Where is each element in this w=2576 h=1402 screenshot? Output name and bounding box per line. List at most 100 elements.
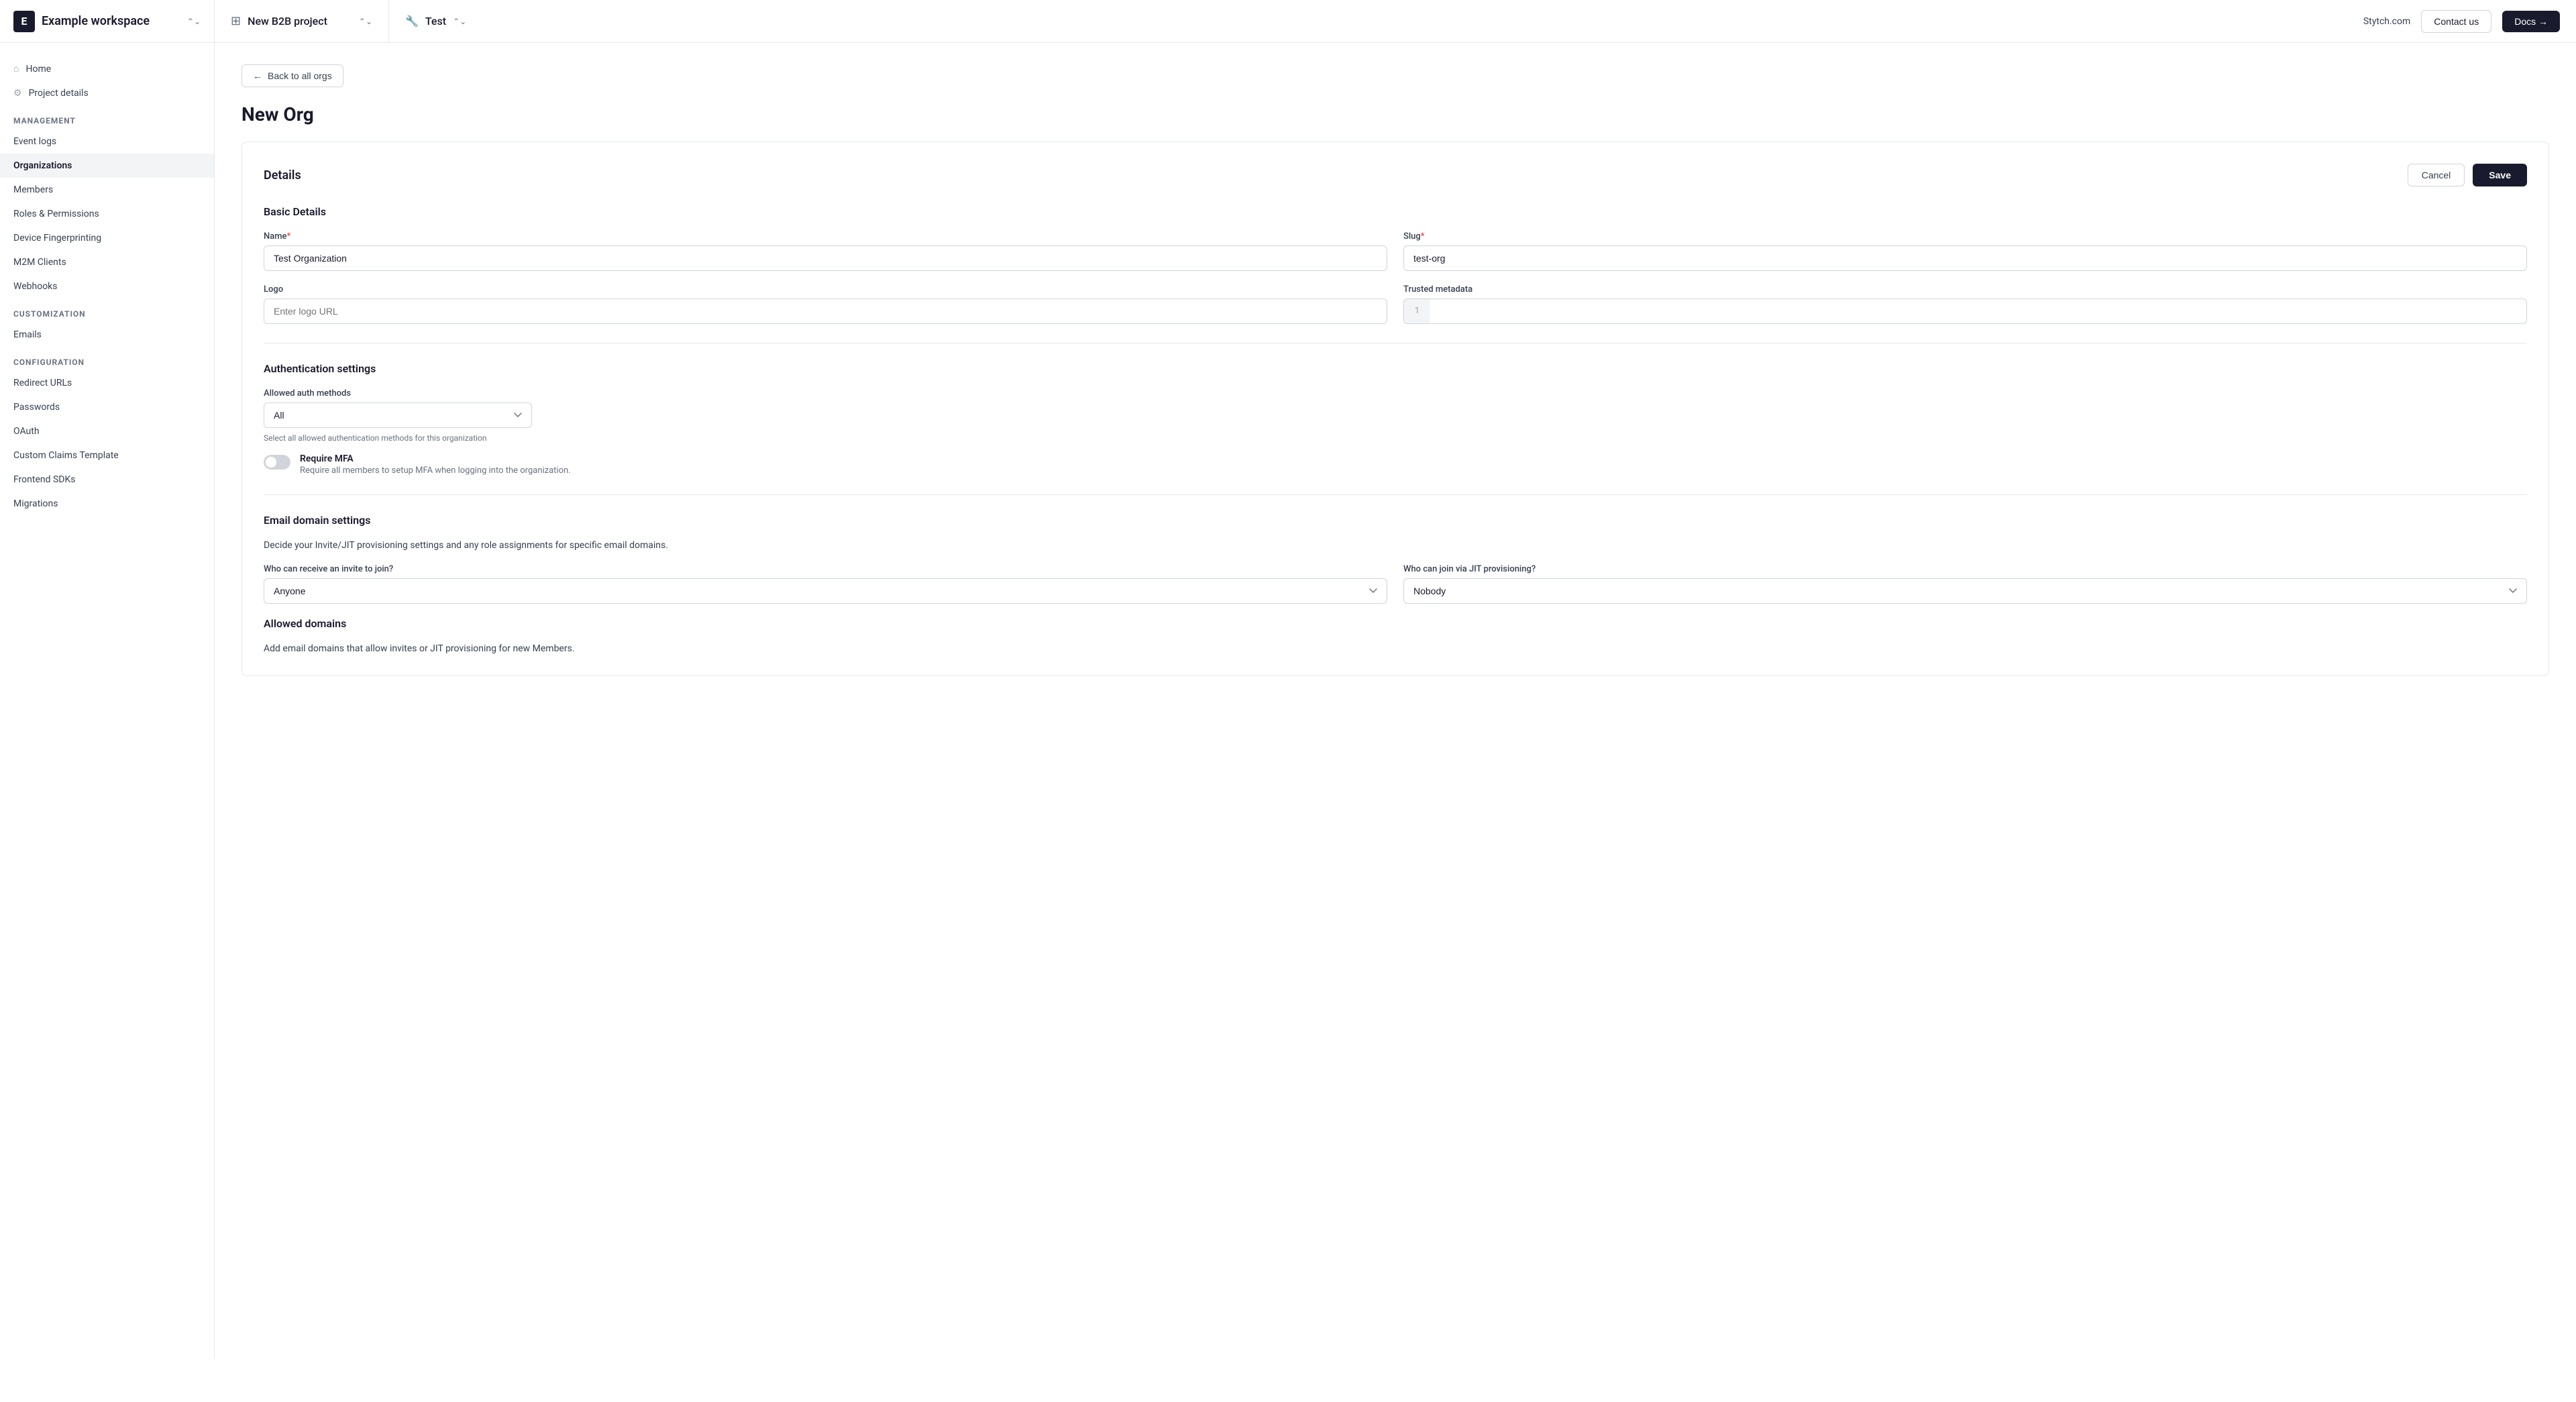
require-mfa-labels: Require MFA Require all members to setup… (300, 453, 571, 476)
sidebar-item-oauth[interactable]: OAuth (0, 419, 214, 443)
sidebar-item-custom-claims[interactable]: Custom Claims Template (0, 443, 214, 468)
sidebar-item-passwords[interactable]: Passwords (0, 395, 214, 419)
top-nav: E Example workspace ⌃⌄ ⊞ New B2B project… (0, 0, 2576, 43)
layout: ⌂ Home ⚙ Project details Management Even… (0, 43, 2576, 1359)
sidebar-item-home[interactable]: ⌂ Home (0, 56, 214, 81)
sidebar-item-label: Emails (13, 329, 42, 340)
sidebar-item-label: Home (25, 64, 51, 74)
docs-button[interactable]: Docs → (2502, 11, 2560, 32)
sidebar-item-label: Device Fingerprinting (13, 233, 101, 244)
sidebar-item-roles[interactable]: Roles & Permissions (0, 202, 214, 226)
metadata-line-num: 1 (1403, 299, 1430, 324)
env-icon: 🔧 (405, 15, 419, 28)
toggle-thumb (266, 457, 276, 468)
allowed-auth-label: Allowed auth methods (264, 388, 532, 398)
sidebar-item-m2m[interactable]: M2M Clients (0, 250, 214, 274)
name-label: Name* (264, 231, 1387, 241)
sidebar-item-label: OAuth (13, 426, 40, 437)
allowed-domains-desc: Add email domains that allow invites or … (264, 643, 2527, 654)
workspace-chevron-icon: ⌃⌄ (187, 17, 201, 26)
card-header: Details Cancel Save (264, 164, 2527, 186)
sidebar-item-migrations[interactable]: Migrations (0, 492, 214, 516)
jit-select[interactable]: Nobody (1403, 578, 2527, 604)
back-button[interactable]: ← Back to all orgs (241, 64, 343, 87)
card-title: Details (264, 168, 301, 182)
sidebar-item-webhooks[interactable]: Webhooks (0, 274, 214, 299)
workspace-logo: E (13, 11, 35, 32)
details-card: Details Cancel Save Basic Details Name* (241, 142, 2549, 676)
page-title: New Org (241, 103, 2549, 125)
project-selector[interactable]: ⊞ New B2B project ⌃⌄ (215, 0, 389, 42)
stytch-link[interactable]: Stytch.com (2363, 16, 2410, 27)
name-input[interactable] (264, 246, 1387, 271)
logo-input[interactable] (264, 299, 1387, 324)
slug-input[interactable] (1403, 246, 2527, 271)
auth-methods-group: Allowed auth methods All (264, 388, 532, 428)
name-slug-row: Name* Slug* (264, 231, 2527, 271)
workspace-selector[interactable]: E Example workspace ⌃⌄ (0, 0, 215, 42)
workspace-name: Example workspace (42, 14, 180, 28)
invite-jit-row: Who can receive an invite to join? Anyon… (264, 564, 2527, 604)
logo-group: Logo (264, 284, 1387, 324)
metadata-label: Trusted metadata (1403, 284, 2527, 294)
sidebar-section-management: Management (0, 105, 214, 129)
auth-settings-title: Authentication settings (264, 362, 2527, 375)
contact-button[interactable]: Contact us (2421, 10, 2491, 33)
invite-group: Who can receive an invite to join? Anyon… (264, 564, 1387, 604)
allowed-auth-select[interactable]: All (264, 402, 532, 428)
require-mfa-desc: Require all members to setup MFA when lo… (300, 466, 571, 476)
invite-select[interactable]: Anyone (264, 578, 1387, 604)
back-arrow-icon: ← (253, 70, 262, 81)
sidebar-item-device-fp[interactable]: Device Fingerprinting (0, 226, 214, 250)
email-domain-desc: Decide your Invite/JIT provisioning sett… (264, 540, 2527, 551)
sidebar-item-members[interactable]: Members (0, 178, 214, 202)
sidebar: ⌂ Home ⚙ Project details Management Even… (0, 43, 215, 1359)
metadata-input[interactable] (1430, 299, 2527, 324)
sidebar-section-customization: Customization (0, 299, 214, 323)
logo-metadata-row: Logo Trusted metadata 1 (264, 284, 2527, 324)
sidebar-item-organizations[interactable]: Organizations (0, 154, 214, 178)
sidebar-item-label: Frontend SDKs (13, 474, 76, 485)
auth-settings-section: Authentication settings Allowed auth met… (264, 362, 2527, 476)
metadata-group: Trusted metadata 1 (1403, 284, 2527, 324)
sidebar-item-label: Organizations (13, 160, 72, 171)
sidebar-item-label: Redirect URLs (13, 378, 72, 388)
project-name: New B2B project (248, 15, 352, 28)
sidebar-item-emails[interactable]: Emails (0, 323, 214, 347)
allowed-domains-title: Allowed domains (264, 617, 2527, 630)
sidebar-item-label: Roles & Permissions (13, 209, 99, 219)
main-content: ← Back to all orgs New Org Details Cance… (215, 43, 2576, 1359)
basic-details-section: Basic Details Name* Slug* (264, 205, 2527, 324)
metadata-input-wrapper: 1 (1403, 299, 2527, 324)
env-selector[interactable]: 🔧 Test ⌃⌄ (389, 0, 482, 42)
sidebar-section-configuration: Configuration (0, 347, 214, 371)
home-icon: ⌂ (13, 63, 19, 74)
save-button[interactable]: Save (2473, 164, 2527, 186)
email-domain-section: Email domain settings Decide your Invite… (264, 514, 2527, 654)
require-mfa-title: Require MFA (300, 453, 571, 464)
sidebar-item-label: Members (13, 184, 53, 195)
gear-icon: ⚙ (13, 88, 22, 99)
env-chevron-icon: ⌃⌄ (453, 17, 466, 26)
slug-group: Slug* (1403, 231, 2527, 271)
require-mfa-toggle[interactable] (264, 455, 290, 470)
sidebar-item-redirect-urls[interactable]: Redirect URLs (0, 371, 214, 395)
jit-group: Who can join via JIT provisioning? Nobod… (1403, 564, 2527, 604)
jit-label: Who can join via JIT provisioning? (1403, 564, 2527, 574)
sidebar-item-frontend-sdks[interactable]: Frontend SDKs (0, 468, 214, 492)
slug-label: Slug* (1403, 231, 2527, 241)
require-mfa-row: Require MFA Require all members to setup… (264, 453, 2527, 476)
name-required: * (287, 231, 291, 241)
email-domain-title: Email domain settings (264, 514, 2527, 527)
invite-label: Who can receive an invite to join? (264, 564, 1387, 574)
auth-help-text: Select all allowed authentication method… (264, 433, 2527, 443)
slug-required: * (1421, 231, 1425, 241)
sidebar-item-project-details[interactable]: ⚙ Project details (0, 81, 214, 105)
nav-right: Stytch.com Contact us Docs → (2363, 0, 2576, 42)
project-icon: ⊞ (231, 14, 241, 28)
sidebar-item-event-logs[interactable]: Event logs (0, 129, 214, 154)
cancel-button[interactable]: Cancel (2408, 164, 2465, 186)
sidebar-item-label: Custom Claims Template (13, 450, 119, 461)
sidebar-item-label: Project details (29, 88, 89, 99)
sidebar-item-label: M2M Clients (13, 257, 66, 268)
